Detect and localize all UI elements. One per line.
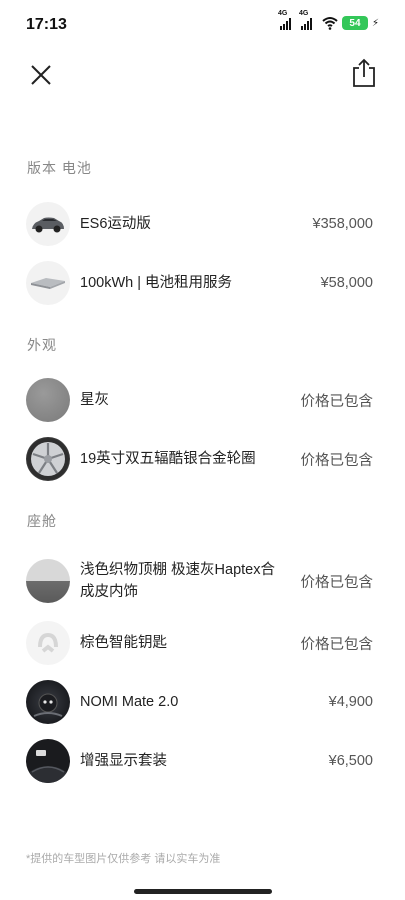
section-title-exterior: 外观 bbox=[27, 337, 57, 353]
battery-indicator: 54 bbox=[341, 16, 368, 30]
wifi-icon bbox=[322, 17, 338, 30]
color-swatch-icon bbox=[26, 378, 70, 422]
status-indicators: 4G 4G 54 ⚡ bbox=[278, 10, 379, 30]
section-title-cabin: 座舱 bbox=[27, 513, 57, 529]
item-price: 价格已包含 bbox=[300, 452, 374, 469]
item-price: 价格已包含 bbox=[300, 393, 374, 410]
item-label: ES6运动版 bbox=[80, 216, 151, 232]
key-icon bbox=[26, 621, 70, 665]
cellular-signal-icon: 4G bbox=[278, 10, 291, 30]
list-item-car-version[interactable]: ES6运动版 ¥358,000 bbox=[0, 199, 405, 249]
battery-pack-icon bbox=[26, 261, 70, 305]
status-time: 17:13 bbox=[26, 16, 67, 33]
item-price: 价格已包含 bbox=[300, 636, 374, 653]
top-bar bbox=[0, 56, 405, 96]
list-item-exterior-color[interactable]: 星灰 价格已包含 bbox=[0, 375, 405, 425]
item-label: 100kWh | 电池租用服务 bbox=[80, 275, 233, 291]
item-price: 价格已包含 bbox=[300, 574, 374, 591]
list-item-battery[interactable]: 100kWh | 电池租用服务 ¥58,000 bbox=[0, 258, 405, 308]
item-label: 增强显示套装 bbox=[80, 753, 167, 769]
display-icon bbox=[26, 739, 70, 783]
wheel-icon bbox=[26, 437, 70, 481]
interior-swatch-icon bbox=[26, 559, 70, 603]
item-price: ¥6,500 bbox=[328, 753, 373, 769]
item-label: NOMI Mate 2.0 bbox=[80, 694, 179, 710]
list-item-wheels[interactable]: 19英寸双五辐酷银合金轮圈 价格已包含 bbox=[0, 434, 405, 484]
cellular-signal-icon-2: 4G bbox=[299, 10, 312, 30]
item-label: 棕色智能钥匙 bbox=[80, 635, 167, 651]
item-label: 星灰 bbox=[80, 392, 109, 408]
list-item-display-pack[interactable]: 增强显示套装 ¥6,500 bbox=[0, 736, 405, 786]
nomi-icon bbox=[26, 680, 70, 724]
close-icon[interactable] bbox=[28, 62, 54, 88]
list-item-interior[interactable]: 浅色织物顶棚 极速灰Haptex合成皮内饰 价格已包含 bbox=[0, 556, 405, 606]
home-indicator[interactable] bbox=[134, 889, 272, 894]
charging-icon: ⚡ bbox=[371, 17, 379, 29]
share-icon[interactable] bbox=[351, 58, 377, 88]
item-price: ¥4,900 bbox=[328, 694, 373, 710]
car-icon bbox=[26, 202, 70, 246]
item-label: 浅色织物顶棚 极速灰Haptex合成皮内饰 bbox=[80, 562, 275, 600]
item-price: ¥58,000 bbox=[320, 275, 373, 291]
disclaimer-text: *提供的车型图片仅供参考 请以实车为准 bbox=[26, 853, 221, 865]
status-bar: 17:13 4G 4G 54 ⚡ bbox=[0, 0, 405, 52]
item-label: 19英寸双五辐酷银合金轮圈 bbox=[80, 451, 256, 467]
section-title-version: 版本 电池 bbox=[27, 160, 92, 176]
list-item-nomi[interactable]: NOMI Mate 2.0 ¥4,900 bbox=[0, 677, 405, 727]
item-price: ¥358,000 bbox=[312, 216, 373, 232]
list-item-smart-key[interactable]: 棕色智能钥匙 价格已包含 bbox=[0, 618, 405, 668]
